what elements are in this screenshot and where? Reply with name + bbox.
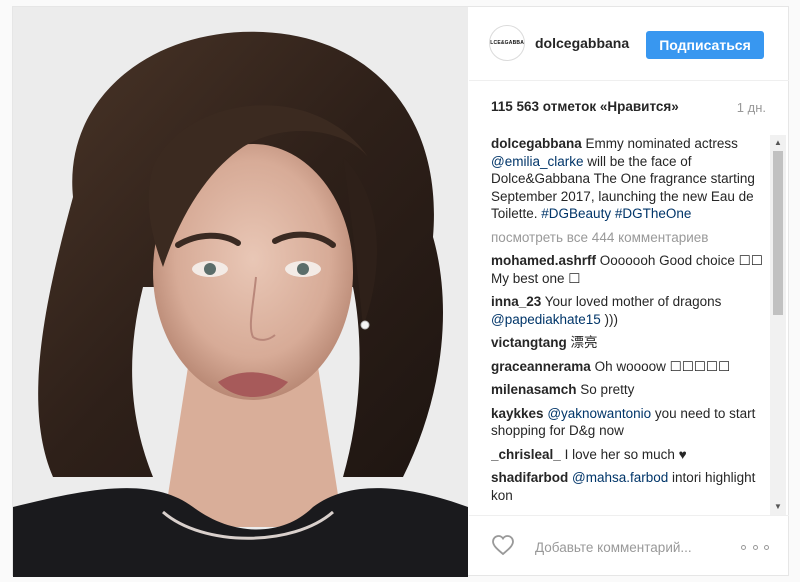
comment-username[interactable]: mohamed.ashrff [491, 253, 596, 268]
comment-username[interactable]: kaykkes [491, 406, 544, 421]
post-frame: DOLCE&GABBANA dolcegabbana Подписаться 1… [12, 6, 789, 577]
likes-count[interactable]: 115 563 отметок «Нравится» [491, 99, 679, 114]
caption-mention[interactable]: @emilia_clarke [491, 154, 583, 169]
comment-item: victangtang 漂亮 [491, 334, 771, 352]
avatar[interactable]: DOLCE&GABBANA [489, 25, 525, 61]
comment-item: inna_23 Your loved mother of dragons @pa… [491, 293, 771, 328]
comment-item: kaykkes @yaknowantonio you need to start… [491, 405, 771, 440]
comment-item: _chrisleal_ I love her so much ♥ [491, 446, 771, 464]
comment-text: Oh woooow ☐☐☐☐☐ [590, 358, 731, 374]
post-age[interactable]: 1 дн. [737, 100, 766, 115]
portrait-image [13, 7, 468, 577]
comment-username[interactable]: milenasamch [491, 382, 577, 397]
scroll-down-arrow-icon[interactable]: ▼ [770, 499, 786, 515]
comment-mention[interactable]: @papediakhate15 [491, 312, 601, 327]
post-header: DOLCE&GABBANA dolcegabbana Подписаться [469, 7, 789, 81]
caption-text: Emmy nominated actress [581, 136, 738, 151]
comment-username[interactable]: graceannerama [491, 359, 591, 374]
comment-text: I love her so much ♥ [560, 446, 687, 462]
likes-row: 115 563 отметок «Нравится» 1 дн. [491, 99, 766, 119]
username-link[interactable]: dolcegabbana [535, 35, 629, 51]
dot-icon [764, 544, 769, 550]
heart-icon[interactable] [491, 533, 515, 557]
comment-username[interactable]: inna_23 [491, 294, 541, 309]
comment-item: mohamed.ashrff Ooooooh Good choice ☐☐ My… [491, 252, 771, 287]
comments-list[interactable]: dolcegabbana Emmy nominated actress @emi… [491, 135, 771, 513]
comment-text: 漂亮 [566, 335, 598, 350]
dot-icon [752, 544, 758, 550]
post-side-panel: DOLCE&GABBANA dolcegabbana Подписаться 1… [469, 7, 789, 577]
comment-item: graceannerama Oh woooow ☐☐☐☐☐ [491, 358, 771, 376]
comment-text: So pretty [576, 382, 635, 397]
comment-item: shadifarbod @mahsa.farbod intori highlig… [491, 469, 771, 504]
comments-scrollbar[interactable]: ▲ ▼ [770, 135, 786, 515]
dot-icon [741, 544, 746, 550]
hashtag-dgbeauty[interactable]: #DGBeauty [541, 206, 611, 221]
comment-mention[interactable]: @mahsa.farbod [572, 470, 668, 485]
comment-text: Your loved mother of dragons [541, 294, 722, 309]
follow-button[interactable]: Подписаться [646, 31, 764, 59]
post-footer [469, 515, 789, 577]
comment-username[interactable]: victangtang [491, 335, 567, 350]
add-comment-input[interactable] [535, 538, 735, 556]
caption-username[interactable]: dolcegabbana [491, 136, 582, 151]
comment-username[interactable]: _chrisleal_ [491, 447, 561, 462]
view-all-comments-link[interactable]: посмотреть все 444 комментариев [491, 229, 771, 247]
comment-mention[interactable]: @yaknowantonio [547, 406, 651, 421]
hashtag-dgtheone[interactable]: #DGTheOne [615, 206, 692, 221]
comment-text-2: ))) [600, 311, 619, 327]
scrollbar-thumb[interactable] [773, 151, 783, 315]
more-options-button[interactable] [741, 540, 769, 554]
comment-username[interactable]: shadifarbod [491, 470, 568, 485]
caption: dolcegabbana Emmy nominated actress @emi… [491, 135, 771, 223]
comment-item: milenasamch So pretty [491, 381, 771, 399]
post-photo[interactable] [13, 7, 468, 577]
scroll-up-arrow-icon[interactable]: ▲ [770, 135, 786, 151]
